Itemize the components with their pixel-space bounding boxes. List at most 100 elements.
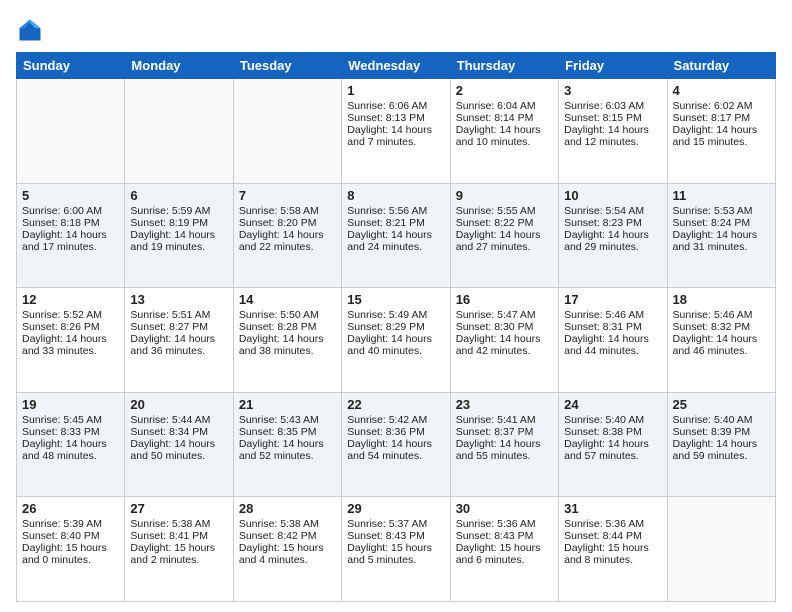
sunrise: Sunrise: 5:56 AM bbox=[347, 205, 427, 217]
calendar-cell bbox=[125, 79, 233, 184]
calendar-cell: 14 Sunrise: 5:50 AM Sunset: 8:28 PM Dayl… bbox=[233, 288, 341, 393]
daylight: Daylight: 14 hours and 19 minutes. bbox=[130, 229, 215, 253]
calendar-cell: 16 Sunrise: 5:47 AM Sunset: 8:30 PM Dayl… bbox=[450, 288, 558, 393]
sunrise: Sunrise: 5:52 AM bbox=[22, 309, 102, 321]
sunset: Sunset: 8:13 PM bbox=[347, 112, 425, 124]
sunrise: Sunrise: 5:38 AM bbox=[239, 518, 319, 530]
daylight: Daylight: 14 hours and 46 minutes. bbox=[673, 333, 758, 357]
daylight: Daylight: 14 hours and 29 minutes. bbox=[564, 229, 649, 253]
day-header-saturday: Saturday bbox=[667, 53, 775, 79]
sunrise: Sunrise: 5:46 AM bbox=[564, 309, 644, 321]
daylight: Daylight: 14 hours and 17 minutes. bbox=[22, 229, 107, 253]
daylight: Daylight: 14 hours and 44 minutes. bbox=[564, 333, 649, 357]
sunset: Sunset: 8:38 PM bbox=[564, 426, 642, 438]
daylight: Daylight: 14 hours and 24 minutes. bbox=[347, 229, 432, 253]
daylight: Daylight: 15 hours and 6 minutes. bbox=[456, 542, 541, 566]
week-row-3: 12 Sunrise: 5:52 AM Sunset: 8:26 PM Dayl… bbox=[17, 288, 776, 393]
day-number: 1 bbox=[347, 83, 444, 98]
daylight: Daylight: 15 hours and 2 minutes. bbox=[130, 542, 215, 566]
calendar-cell: 21 Sunrise: 5:43 AM Sunset: 8:35 PM Dayl… bbox=[233, 392, 341, 497]
day-header-tuesday: Tuesday bbox=[233, 53, 341, 79]
sunset: Sunset: 8:43 PM bbox=[347, 530, 425, 542]
day-number: 28 bbox=[239, 501, 336, 516]
day-number: 14 bbox=[239, 292, 336, 307]
daylight: Daylight: 15 hours and 4 minutes. bbox=[239, 542, 324, 566]
sunrise: Sunrise: 5:54 AM bbox=[564, 205, 644, 217]
header-row: SundayMondayTuesdayWednesdayThursdayFrid… bbox=[17, 53, 776, 79]
calendar-cell: 15 Sunrise: 5:49 AM Sunset: 8:29 PM Dayl… bbox=[342, 288, 450, 393]
sunset: Sunset: 8:19 PM bbox=[130, 217, 208, 229]
calendar-cell: 10 Sunrise: 5:54 AM Sunset: 8:23 PM Dayl… bbox=[559, 183, 667, 288]
day-number: 5 bbox=[22, 188, 119, 203]
sunrise: Sunrise: 5:39 AM bbox=[22, 518, 102, 530]
daylight: Daylight: 14 hours and 38 minutes. bbox=[239, 333, 324, 357]
sunrise: Sunrise: 5:55 AM bbox=[456, 205, 536, 217]
calendar-cell: 1 Sunrise: 6:06 AM Sunset: 8:13 PM Dayli… bbox=[342, 79, 450, 184]
daylight: Daylight: 14 hours and 31 minutes. bbox=[673, 229, 758, 253]
calendar-cell: 24 Sunrise: 5:40 AM Sunset: 8:38 PM Dayl… bbox=[559, 392, 667, 497]
sunrise: Sunrise: 6:02 AM bbox=[673, 100, 753, 112]
sunset: Sunset: 8:18 PM bbox=[22, 217, 100, 229]
calendar-cell: 26 Sunrise: 5:39 AM Sunset: 8:40 PM Dayl… bbox=[17, 497, 125, 602]
sunset: Sunset: 8:33 PM bbox=[22, 426, 100, 438]
sunrise: Sunrise: 5:36 AM bbox=[564, 518, 644, 530]
calendar-cell bbox=[17, 79, 125, 184]
sunset: Sunset: 8:39 PM bbox=[673, 426, 751, 438]
sunset: Sunset: 8:17 PM bbox=[673, 112, 751, 124]
sunrise: Sunrise: 5:43 AM bbox=[239, 414, 319, 426]
day-number: 12 bbox=[22, 292, 119, 307]
sunset: Sunset: 8:30 PM bbox=[456, 321, 534, 333]
day-number: 22 bbox=[347, 397, 444, 412]
daylight: Daylight: 15 hours and 8 minutes. bbox=[564, 542, 649, 566]
daylight: Daylight: 14 hours and 33 minutes. bbox=[22, 333, 107, 357]
sunset: Sunset: 8:40 PM bbox=[22, 530, 100, 542]
day-number: 15 bbox=[347, 292, 444, 307]
header bbox=[16, 16, 776, 44]
day-number: 10 bbox=[564, 188, 661, 203]
sunrise: Sunrise: 5:40 AM bbox=[673, 414, 753, 426]
sunset: Sunset: 8:35 PM bbox=[239, 426, 317, 438]
day-number: 30 bbox=[456, 501, 553, 516]
day-header-sunday: Sunday bbox=[17, 53, 125, 79]
sunset: Sunset: 8:22 PM bbox=[456, 217, 534, 229]
sunset: Sunset: 8:37 PM bbox=[456, 426, 534, 438]
sunrise: Sunrise: 5:37 AM bbox=[347, 518, 427, 530]
calendar-cell: 30 Sunrise: 5:36 AM Sunset: 8:43 PM Dayl… bbox=[450, 497, 558, 602]
sunset: Sunset: 8:41 PM bbox=[130, 530, 208, 542]
sunrise: Sunrise: 5:42 AM bbox=[347, 414, 427, 426]
day-header-thursday: Thursday bbox=[450, 53, 558, 79]
day-number: 21 bbox=[239, 397, 336, 412]
page: SundayMondayTuesdayWednesdayThursdayFrid… bbox=[0, 0, 792, 612]
sunset: Sunset: 8:32 PM bbox=[673, 321, 751, 333]
sunset: Sunset: 8:21 PM bbox=[347, 217, 425, 229]
week-row-2: 5 Sunrise: 6:00 AM Sunset: 8:18 PM Dayli… bbox=[17, 183, 776, 288]
sunrise: Sunrise: 5:47 AM bbox=[456, 309, 536, 321]
day-number: 8 bbox=[347, 188, 444, 203]
sunrise: Sunrise: 6:04 AM bbox=[456, 100, 536, 112]
daylight: Daylight: 15 hours and 0 minutes. bbox=[22, 542, 107, 566]
sunset: Sunset: 8:34 PM bbox=[130, 426, 208, 438]
daylight: Daylight: 14 hours and 57 minutes. bbox=[564, 438, 649, 462]
sunset: Sunset: 8:31 PM bbox=[564, 321, 642, 333]
daylight: Daylight: 14 hours and 10 minutes. bbox=[456, 124, 541, 148]
daylight: Daylight: 14 hours and 27 minutes. bbox=[456, 229, 541, 253]
day-number: 6 bbox=[130, 188, 227, 203]
sunrise: Sunrise: 5:38 AM bbox=[130, 518, 210, 530]
day-number: 25 bbox=[673, 397, 770, 412]
daylight: Daylight: 14 hours and 48 minutes. bbox=[22, 438, 107, 462]
daylight: Daylight: 14 hours and 12 minutes. bbox=[564, 124, 649, 148]
day-number: 11 bbox=[673, 188, 770, 203]
day-header-wednesday: Wednesday bbox=[342, 53, 450, 79]
day-number: 31 bbox=[564, 501, 661, 516]
day-number: 2 bbox=[456, 83, 553, 98]
calendar-cell: 8 Sunrise: 5:56 AM Sunset: 8:21 PM Dayli… bbox=[342, 183, 450, 288]
calendar-cell: 22 Sunrise: 5:42 AM Sunset: 8:36 PM Dayl… bbox=[342, 392, 450, 497]
day-number: 23 bbox=[456, 397, 553, 412]
sunrise: Sunrise: 5:40 AM bbox=[564, 414, 644, 426]
day-header-friday: Friday bbox=[559, 53, 667, 79]
calendar-cell: 25 Sunrise: 5:40 AM Sunset: 8:39 PM Dayl… bbox=[667, 392, 775, 497]
daylight: Daylight: 14 hours and 15 minutes. bbox=[673, 124, 758, 148]
sunset: Sunset: 8:43 PM bbox=[456, 530, 534, 542]
sunrise: Sunrise: 5:58 AM bbox=[239, 205, 319, 217]
day-number: 19 bbox=[22, 397, 119, 412]
